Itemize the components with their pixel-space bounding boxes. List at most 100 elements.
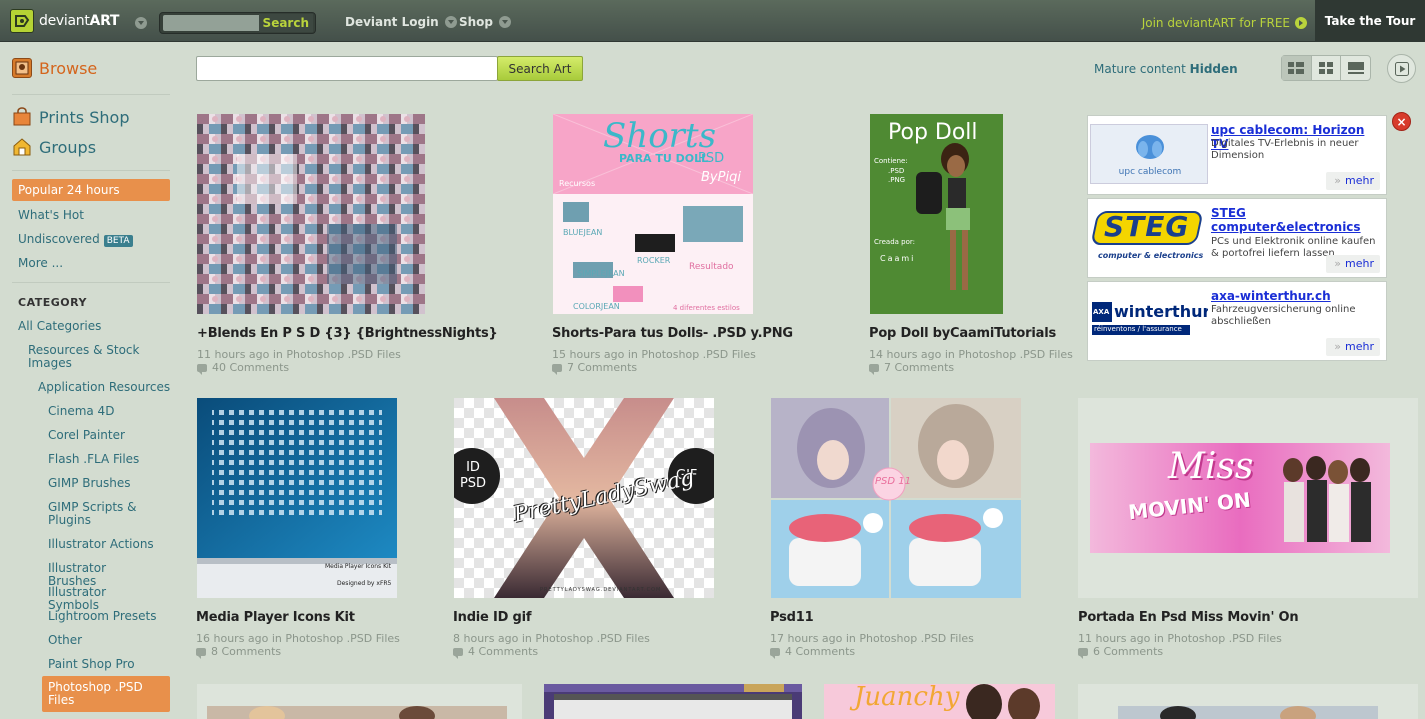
ad-more-button[interactable]: mehr: [1326, 338, 1380, 356]
comment-icon: [770, 647, 780, 659]
ad-upc-cablecom[interactable]: upc cablecom upc cablecom: Horizon TV Di…: [1087, 115, 1387, 195]
play-icon: [1394, 61, 1409, 76]
detail-view-icon[interactable]: [1341, 56, 1370, 80]
steg-logo: STEG computer & electronics: [1090, 207, 1208, 267]
category-item[interactable]: Corel Painter: [48, 429, 158, 442]
deviation-comments[interactable]: 6 Comments: [1078, 645, 1163, 659]
join-link[interactable]: Join deviantART for FREE: [1142, 16, 1307, 30]
category-item[interactable]: Illustrator Actions: [48, 538, 158, 551]
deviation-thumbnail[interactable]: Shorts PARA TU DOLL PSD ByPiqi Recursos …: [553, 114, 753, 314]
deviation-thumbnail[interactable]: [1078, 684, 1418, 719]
deviation-comments[interactable]: 8 Comments: [196, 645, 282, 659]
ad-steg[interactable]: STEG computer & electronics STEG compute…: [1087, 198, 1387, 278]
deviation-thumbnail[interactable]: Miss MOVIN' ON: [1078, 398, 1418, 598]
ad-title[interactable]: STEG computer&electronics: [1211, 206, 1383, 234]
deviation-title[interactable]: Media Player Icons Kit: [196, 610, 355, 625]
sidebar-item-more[interactable]: More ...: [18, 256, 63, 270]
ad-logo-sub: computer & electronics: [1098, 251, 1204, 260]
ad-title[interactable]: axa-winterthur.ch: [1211, 289, 1383, 303]
axa-winterthur-logo: AXA winterthur réinventons / l'assurance: [1090, 290, 1208, 350]
comments-count: 4 Comments: [785, 645, 856, 658]
deviation-thumbnail[interactable]: [197, 114, 425, 314]
category-item[interactable]: GIMP Brushes: [48, 477, 158, 490]
search-art-input[interactable]: [196, 56, 498, 81]
art-text: COLORJEAN: [573, 302, 620, 311]
ad-logo-sub: réinventons / l'assurance: [1094, 325, 1182, 333]
comments-count: 7 Comments: [884, 361, 955, 374]
mature-content-toggle[interactable]: Mature content Hidden: [1094, 62, 1238, 76]
sidebar-item-prints-shop[interactable]: Prints Shop: [12, 107, 129, 127]
deviation-thumbnail[interactable]: ID PSD GIF PrettyLadySwag PRETTYLADYSWAG…: [454, 398, 714, 598]
deviation-meta[interactable]: 8 hours ago in Photoshop .PSD Files: [453, 632, 650, 645]
sidebar-item-popular-24-hours[interactable]: Popular 24 hours: [12, 179, 170, 201]
deviation-meta[interactable]: 14 hours ago in Photoshop .PSD Files: [869, 348, 1073, 361]
category-item[interactable]: Other: [48, 634, 158, 647]
category-item[interactable]: Lightroom Presets: [48, 610, 158, 623]
deviation-thumbnail[interactable]: Pop Doll Contiene: .PSD .PNG Creada por:…: [870, 114, 1003, 314]
undiscovered-label: Undiscovered: [18, 232, 100, 246]
search-art-button[interactable]: Search Art: [497, 56, 583, 81]
category-item-selected[interactable]: Photoshop .PSD Files: [42, 676, 170, 712]
deviation-thumbnail[interactable]: [197, 684, 522, 719]
art-text: PARA TU DOLL: [619, 152, 709, 165]
deviation-comments[interactable]: 7 Comments: [869, 361, 955, 375]
deviation-title[interactable]: Indie ID gif: [453, 610, 532, 625]
comments-count: 8 Comments: [211, 645, 282, 658]
art-text: ByPiqi: [701, 170, 741, 185]
deviation-meta[interactable]: 16 hours ago in Photoshop .PSD Files: [196, 632, 400, 645]
shop-menu[interactable]: Shop: [459, 15, 512, 29]
deviantart-logo[interactable]: deviantART: [10, 9, 119, 33]
category-item[interactable]: GIMP Scripts & Plugins: [48, 501, 158, 527]
shop-label: Shop: [459, 15, 494, 29]
deviation-title[interactable]: Pop Doll byCaamiTutorials: [869, 326, 1056, 341]
deviation-comments[interactable]: 4 Comments: [453, 645, 538, 659]
view-mode-switcher: [1281, 55, 1371, 81]
category-item[interactable]: Paint Shop Pro: [48, 658, 158, 671]
top-search-button[interactable]: Search: [258, 14, 313, 32]
logo-text-bold: ART: [89, 13, 120, 29]
category-item[interactable]: All Categories: [18, 320, 101, 333]
art-text: Shorts: [603, 116, 717, 156]
deviation-comments[interactable]: 4 Comments: [770, 645, 856, 659]
deviation-meta[interactable]: 11 hours ago in Photoshop .PSD Files: [1078, 632, 1282, 645]
category-item[interactable]: Application Resources: [38, 381, 170, 394]
sidebar-item-undiscovered[interactable]: Undiscovered BETA: [18, 232, 133, 247]
close-ad-button[interactable]: ×: [1392, 112, 1411, 131]
grid-view-icon[interactable]: [1312, 56, 1342, 80]
slideshow-play-button[interactable]: [1387, 54, 1416, 83]
ad-more-button[interactable]: mehr: [1326, 255, 1380, 273]
top-search-input[interactable]: [163, 15, 267, 31]
deviation-thumbnail[interactable]: PSD 11: [771, 398, 1021, 598]
sidebar-item-whats-hot[interactable]: What's Hot: [18, 208, 84, 222]
sidebar-item-browse[interactable]: Browse: [12, 58, 97, 78]
comment-icon: [552, 363, 562, 375]
deviation-title[interactable]: Portada En Psd Miss Movin' On: [1078, 610, 1299, 625]
category-item[interactable]: Resources & Stock Images: [28, 344, 158, 370]
deviation-comments[interactable]: 40 Comments: [197, 361, 290, 375]
deviation-thumbnail[interactable]: [544, 684, 802, 719]
deviation-thumbnail[interactable]: Juanchy: [824, 684, 1055, 719]
comment-icon: [453, 647, 463, 659]
category-item[interactable]: Cinema 4D: [48, 405, 158, 418]
deviation-meta[interactable]: 17 hours ago in Photoshop .PSD Files: [770, 632, 974, 645]
arrow-right-icon: [1295, 17, 1307, 29]
deviation-thumbnail[interactable]: Media Player Icons Kit Designed by xFR5: [197, 398, 397, 598]
sidebar-item-groups[interactable]: Groups: [12, 137, 96, 157]
list-view-icon[interactable]: [1282, 56, 1312, 80]
chevron-down-icon: [444, 16, 457, 28]
deviation-title[interactable]: Shorts-Para tus Dolls- .PSD y.PNG: [552, 326, 793, 341]
deviation-title[interactable]: Psd11: [770, 610, 814, 625]
deviation-title[interactable]: +Blends En P S D {3} {BrightnessNights}: [197, 326, 498, 341]
take-the-tour-button[interactable]: Take the Tour: [1315, 0, 1425, 42]
ad-axa-winterthur[interactable]: AXA winterthur réinventons / l'assurance…: [1087, 281, 1387, 361]
chevron-down-icon[interactable]: [135, 17, 147, 29]
deviant-login-menu[interactable]: Deviant Login: [345, 15, 457, 29]
art-text: .PNG: [888, 176, 906, 184]
comment-icon: [197, 363, 207, 375]
deviation-comments[interactable]: 7 Comments: [552, 361, 637, 375]
deviation-meta[interactable]: 15 hours ago in Photoshop .PSD Files: [552, 348, 756, 361]
deviation-meta[interactable]: 11 hours ago in Photoshop .PSD Files: [197, 348, 401, 361]
category-item[interactable]: Flash .FLA Files: [48, 453, 158, 466]
comments-count: 40 Comments: [212, 361, 290, 374]
ad-more-button[interactable]: mehr: [1326, 172, 1380, 190]
